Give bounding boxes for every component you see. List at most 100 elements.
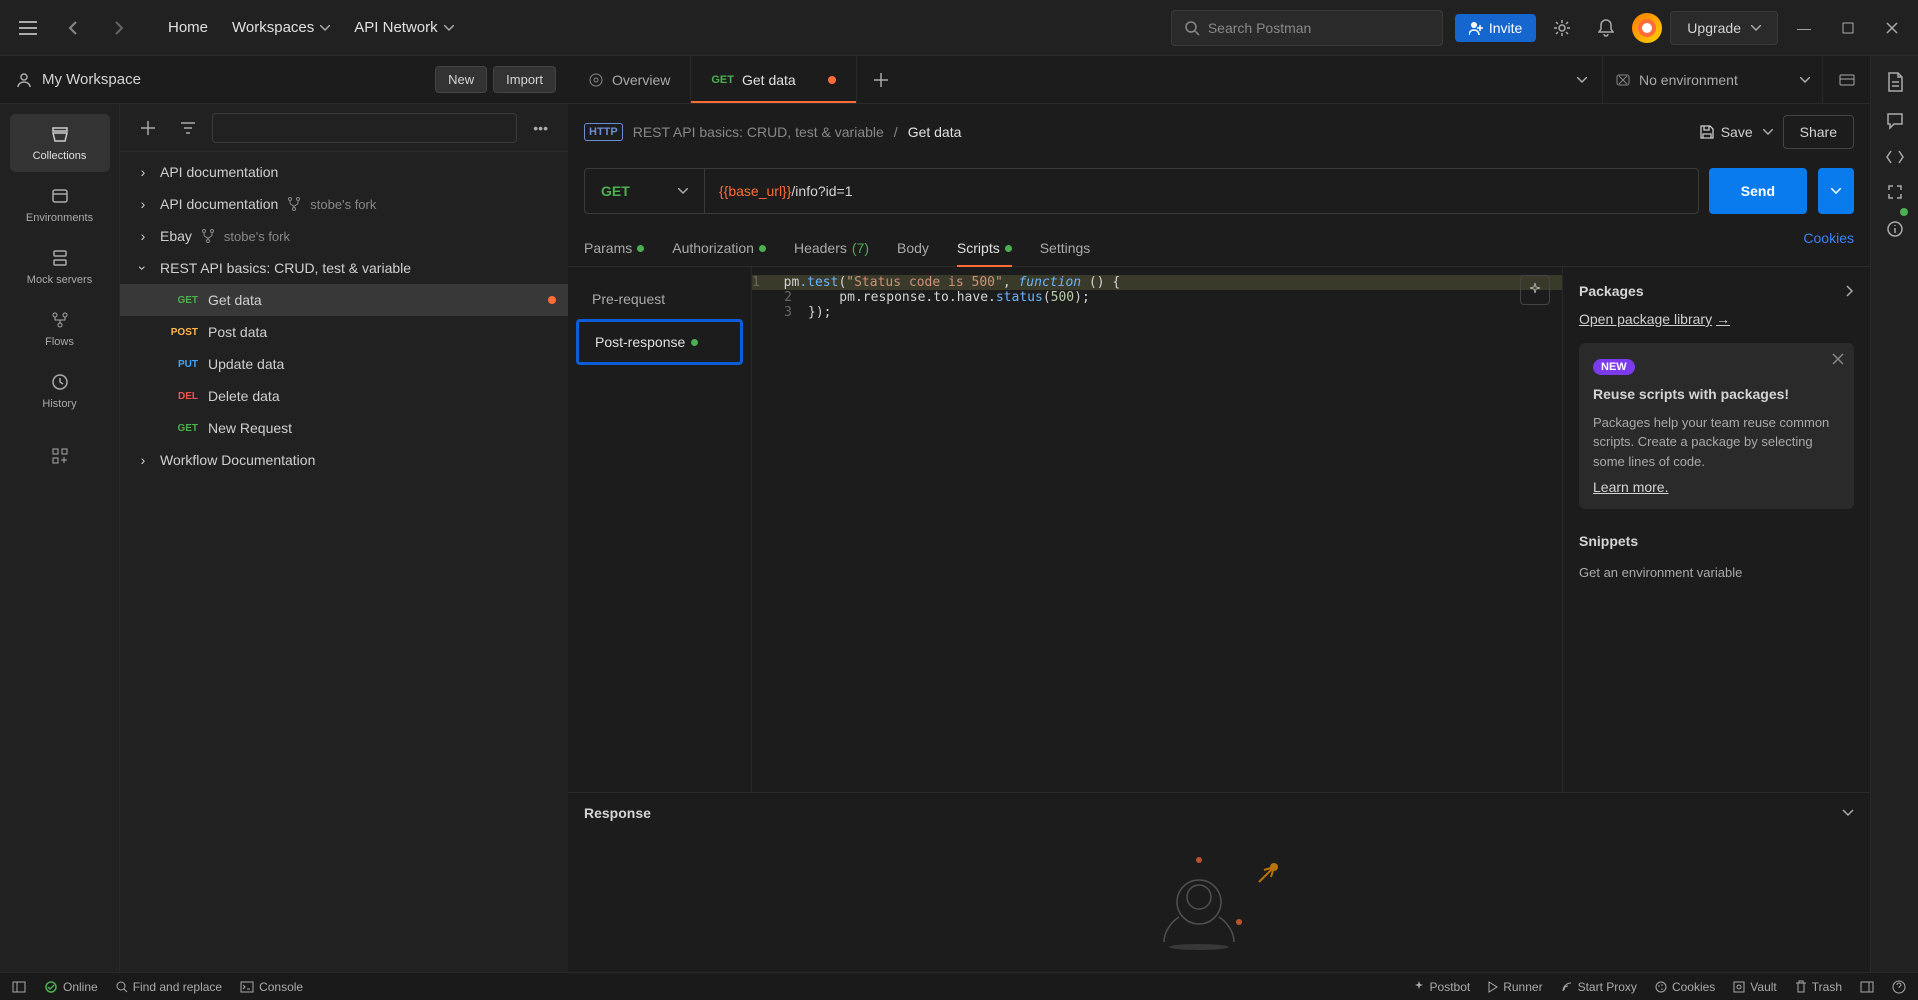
window-close[interactable] [1874,10,1910,46]
tab-authorization[interactable]: Authorization [672,230,766,266]
tree-folder[interactable]: › API documentation [120,156,568,188]
save-button[interactable]: Save [1699,124,1753,140]
window-minimize[interactable]: — [1786,10,1822,46]
tabs-dropdown[interactable] [1562,56,1602,103]
status-console[interactable]: Console [240,980,303,994]
share-button[interactable]: Share [1783,115,1854,149]
tree-folder[interactable]: › Ebay stobe's fork [120,220,568,252]
info-pane[interactable] [1886,220,1904,238]
new-button[interactable]: New [435,66,487,93]
url-input[interactable]: {{base_url}}/info?id=1 [705,183,1698,199]
hamburger-menu[interactable] [8,8,48,48]
search-input[interactable]: Search Postman [1171,10,1443,46]
nav-history[interactable]: History [10,362,110,420]
plus-icon [141,121,155,135]
script-pre-request[interactable]: Pre-request [576,279,743,319]
indicator-dot-icon [1005,245,1012,252]
status-find-replace[interactable]: Find and replace [116,980,222,994]
status-vault[interactable]: Vault [1733,980,1776,994]
user-avatar[interactable] [1632,13,1662,43]
grid-add-icon [50,446,70,466]
window-maximize[interactable] [1830,10,1866,46]
tab-settings[interactable]: Settings [1040,230,1091,266]
code-pane[interactable] [1886,150,1904,164]
tree-folder[interactable]: › Workflow Documentation [120,444,568,476]
documentation-pane[interactable] [1886,72,1904,92]
comments-pane[interactable] [1886,112,1904,130]
nav-environments[interactable]: Environments [10,176,110,234]
status-runner[interactable]: Runner [1488,980,1542,994]
environment-select[interactable]: No environment [1602,56,1822,103]
flows-icon [50,310,70,330]
notifications-button[interactable] [1588,10,1624,46]
workspace-name[interactable]: My Workspace [16,71,141,88]
status-help[interactable] [1892,980,1906,994]
nav-configure[interactable] [10,436,110,476]
tab-body[interactable]: Body [897,230,929,266]
tab-overview[interactable]: Overview [568,56,691,103]
script-post-response[interactable]: Post-response [576,319,743,365]
tree-folder-expanded[interactable]: › REST API basics: CRUD, test & variable [120,252,568,284]
sidebar-more[interactable]: ••• [525,116,556,140]
arrow-right-icon: → [1716,311,1730,327]
sidebar-add[interactable] [132,112,164,144]
code-editor[interactable]: 1 pm.test("Status code is 500", function… [752,267,1562,792]
import-button[interactable]: Import [493,66,556,93]
new-badge: NEW [1593,359,1635,375]
send-button[interactable]: Send [1709,168,1807,214]
sidebar-search[interactable] [212,113,517,143]
environment-quick-look[interactable] [1822,56,1870,103]
chevron-down-icon[interactable] [1842,809,1854,817]
status-cookies[interactable]: Cookies [1655,980,1715,994]
nav-collections[interactable]: Collections [10,114,110,172]
help-icon [1892,980,1906,994]
status-layout[interactable] [1860,981,1874,993]
breadcrumb-parent[interactable]: REST API basics: CRUD, test & variable [633,124,884,140]
close-button[interactable] [1832,353,1844,365]
status-online[interactable]: Online [44,980,98,994]
tree-request[interactable]: PUT Update data [120,348,568,380]
invite-button[interactable]: Invite [1455,14,1536,42]
nav-workspaces[interactable]: Workspaces [232,19,330,36]
chevron-right-icon[interactable] [1846,285,1854,297]
tab-add[interactable] [857,56,905,103]
settings-button[interactable] [1544,10,1580,46]
expand-pane[interactable] [1887,184,1903,200]
send-dropdown[interactable] [1818,168,1854,214]
chevron-down-icon[interactable] [1763,129,1773,135]
tree-label: Ebay [160,228,192,244]
tab-request[interactable]: GET Get data [691,56,856,103]
chevron-down-icon [320,25,330,31]
line-number: 2 [752,290,808,305]
snippet-item[interactable]: Get an environment variable [1579,561,1854,584]
learn-more-link[interactable]: Learn more. [1593,479,1840,495]
tree-request[interactable]: GET New Request [120,412,568,444]
upgrade-button[interactable]: Upgrade [1670,11,1778,45]
tab-headers[interactable]: Headers (7) [794,230,869,266]
tree-request[interactable]: GET Get data [120,284,568,316]
sidebar-filter[interactable] [172,112,204,144]
filter-icon [181,121,195,135]
tree-request[interactable]: DEL Delete data [120,380,568,412]
nav-flows[interactable]: Flows [10,300,110,358]
tree-folder[interactable]: › API documentation stobe's fork [120,188,568,220]
open-package-library-link[interactable]: Open package library → [1579,311,1730,327]
nav-forward[interactable] [100,10,136,46]
nav-back[interactable] [56,10,92,46]
tab-params[interactable]: Params [584,230,644,266]
fork-icon [288,197,300,211]
status-proxy[interactable]: Start Proxy [1561,980,1637,994]
nav-api-network[interactable]: API Network [354,19,453,36]
tab-overview-label: Overview [612,72,670,88]
postbot-label: Postbot [1430,980,1471,994]
method-select[interactable]: GET [585,169,705,213]
cookies-link[interactable]: Cookies [1803,230,1854,266]
nav-mock-servers[interactable]: Mock servers [10,238,110,296]
status-trash[interactable]: Trash [1795,980,1842,994]
tree-request[interactable]: POST Post data [120,316,568,348]
tab-scripts[interactable]: Scripts [957,230,1012,266]
status-panel-toggle[interactable] [12,981,26,993]
nav-home[interactable]: Home [168,19,208,36]
postbot-button[interactable] [1520,275,1550,305]
status-postbot[interactable]: Postbot [1413,980,1471,994]
